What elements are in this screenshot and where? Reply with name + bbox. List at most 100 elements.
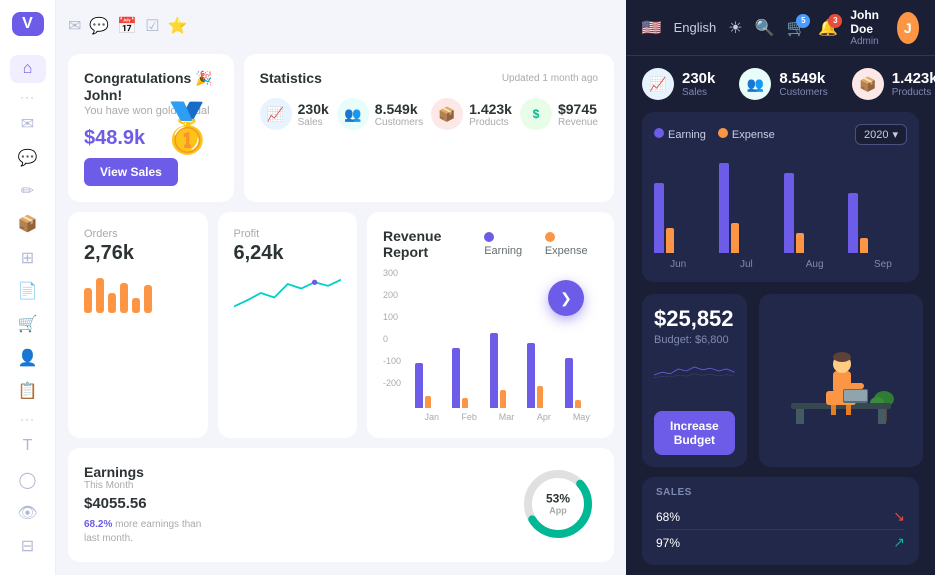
right-header: 🇺🇸 English ☀ 🔍 🛒 5 🔔 3 John Doe Admin J — [626, 0, 935, 56]
bell-badge-container[interactable]: 🔔 3 — [818, 18, 838, 38]
dark-expense-dot — [718, 128, 728, 138]
bar-group-mar — [490, 333, 523, 408]
language-label[interactable]: English — [674, 20, 717, 35]
sidebar-item-circle[interactable]: ◯ — [10, 466, 46, 493]
dark-stats-row: 📈 230k Sales 👥 8.549k Customers 📦 1.423k — [642, 68, 919, 100]
earnings-title: Earnings — [84, 464, 204, 480]
dark-products-val: 1.423k — [892, 70, 935, 87]
budget-label: Budget: $6,800 — [654, 334, 735, 346]
sun-icon[interactable]: ☀ — [728, 18, 742, 38]
dark-table-preview: SALES 68% ↘ 97% ↗ — [642, 477, 919, 565]
circle-icon: ◯ — [19, 470, 37, 490]
orders-bar-4 — [120, 283, 128, 313]
year-value: 2020 — [864, 129, 888, 141]
dark-sales-icon: 📈 — [642, 68, 674, 100]
middle-cards-row: Orders 2,76k Profit 6,24k — [68, 212, 614, 438]
main-right: 🇺🇸 English ☀ 🔍 🛒 5 🔔 3 John Doe Admin J … — [626, 0, 935, 575]
customers-value: 8.549k — [375, 101, 423, 117]
dark-label-jul: Jul — [722, 259, 770, 270]
customers-label: Customers — [375, 117, 423, 128]
sidebar-item-doc[interactable]: 📄 — [10, 277, 46, 304]
customers-icon: 👥 — [337, 98, 369, 130]
sidebar-item-user[interactable]: 👤 — [10, 344, 46, 371]
toolbar-mail-icon[interactable]: ✉ — [68, 16, 81, 36]
bar-group-feb — [452, 348, 485, 408]
sidebar-item-home[interactable]: ⌂ — [10, 55, 46, 82]
congrats-card: Congratulations 🎉 John! You have won gol… — [68, 54, 234, 202]
products-label: Products — [469, 117, 512, 128]
sidebar-item-text[interactable]: T — [10, 433, 46, 460]
home-icon: ⌂ — [23, 60, 33, 78]
dark-chart-bars — [654, 153, 907, 253]
label-may: May — [565, 412, 598, 422]
year-selector[interactable]: 2020 ▾ — [855, 124, 907, 145]
budget-section: $25,852 Budget: $6,800 Increase Budget — [642, 294, 919, 467]
orders-value: 2,76k — [84, 242, 192, 265]
edit-icon: ✏ — [21, 181, 34, 201]
toolbar-chat-icon[interactable]: 💬 — [89, 16, 109, 36]
search-icon[interactable]: 🔍 — [755, 18, 775, 38]
layers-icon: ⊟ — [21, 536, 34, 556]
dark-bar-group-aug — [784, 173, 843, 253]
chevron-down-icon: ▾ — [892, 128, 898, 141]
cart-icon: 🛒 — [18, 314, 38, 334]
toolbar-calendar-icon[interactable]: 📅 — [117, 16, 137, 36]
sidebar-item-box[interactable]: 📦 — [10, 211, 46, 238]
earnings-amount: $4055.56 — [84, 495, 204, 512]
increase-budget-button[interactable]: Increase Budget — [654, 411, 735, 455]
stat-customers: 👥 8.549kCustomers — [337, 98, 423, 130]
user-info[interactable]: John Doe Admin J — [850, 8, 919, 47]
dark-x-labels: Jun Jul Aug Sep — [654, 259, 907, 270]
orders-chart — [84, 273, 192, 313]
dark-customers-icon: 👥 — [739, 68, 771, 100]
toolbar-star-icon[interactable]: ⭐ — [168, 16, 188, 36]
dark-products-icon: 📦 — [852, 68, 884, 100]
profit-line-chart — [234, 273, 342, 313]
stat-revenue: $ $9745Revenue — [520, 98, 598, 130]
congrats-title: Congratulations 🎉 John! — [84, 70, 218, 103]
medal-icon: 🥇 — [158, 100, 218, 157]
illustration-svg — [771, 331, 911, 431]
expense-dot — [545, 232, 555, 242]
orders-card: Orders 2,76k — [68, 212, 208, 438]
expense-legend: Expense — [545, 232, 598, 257]
donut-label: 53% App — [546, 491, 570, 516]
sidebar-item-list[interactable]: 📋 — [10, 377, 46, 404]
statistics-card: Statistics Updated 1 month ago 📈 230kSal… — [244, 54, 614, 202]
sidebar-item-eye[interactable]: 👁 — [10, 499, 46, 526]
toolbar: ✉ 💬 📅 ☑ ⭐ — [68, 12, 614, 44]
dark-content: 📈 230k Sales 👥 8.549k Customers 📦 1.423k — [626, 56, 935, 575]
dark-sales-val: 230k — [682, 70, 715, 87]
sales-pct-1: 68% — [656, 510, 680, 524]
donut-sublabel: App — [546, 506, 570, 517]
dark-bar-group-jul — [719, 163, 778, 253]
sidebar-item-grid[interactable]: ⊞ — [10, 244, 46, 271]
sidebar-item-chat[interactable]: 💬 — [10, 144, 46, 171]
earnings-note: 68.2% more earnings than last month. — [84, 518, 204, 546]
nav-arrow-button[interactable]: ❯ — [548, 280, 584, 316]
dark-label-sep: Sep — [859, 259, 907, 270]
cart-badge-container[interactable]: 🛒 5 — [786, 18, 806, 38]
dark-chart-header: Earning Expense 2020 ▾ — [654, 124, 907, 145]
orders-label: Orders — [84, 228, 192, 240]
sidebar-item-edit[interactable]: ✏ — [10, 177, 46, 204]
dark-customers-lbl: Customers — [779, 87, 827, 98]
dark-label-aug: Aug — [791, 259, 839, 270]
sidebar-item-mail[interactable]: ✉ — [10, 111, 46, 138]
stats-updated: Updated 1 month ago — [502, 73, 598, 84]
revenue-title: Revenue Report — [383, 228, 484, 260]
revenue-icon: $ — [520, 98, 552, 130]
toolbar-check-icon[interactable]: ☑ — [145, 16, 159, 36]
sidebar-item-layers[interactable]: ⊟ — [10, 533, 46, 560]
profit-value: 6,24k — [234, 242, 342, 265]
products-value: 1.423k — [469, 101, 512, 117]
orders-bar-1 — [84, 288, 92, 313]
top-cards-row: Congratulations 🎉 John! You have won gol… — [68, 54, 614, 202]
chevron-right-icon: ❯ — [560, 290, 572, 307]
earnings-info: Earnings This Month $4055.56 68.2% more … — [84, 464, 204, 546]
sidebar-logo[interactable]: V — [12, 12, 44, 36]
view-sales-button[interactable]: View Sales — [84, 158, 178, 186]
sidebar-item-cart[interactable]: 🛒 — [10, 311, 46, 338]
flag-icon: 🇺🇸 — [642, 18, 662, 38]
dark-products-lbl: Products — [892, 87, 935, 98]
